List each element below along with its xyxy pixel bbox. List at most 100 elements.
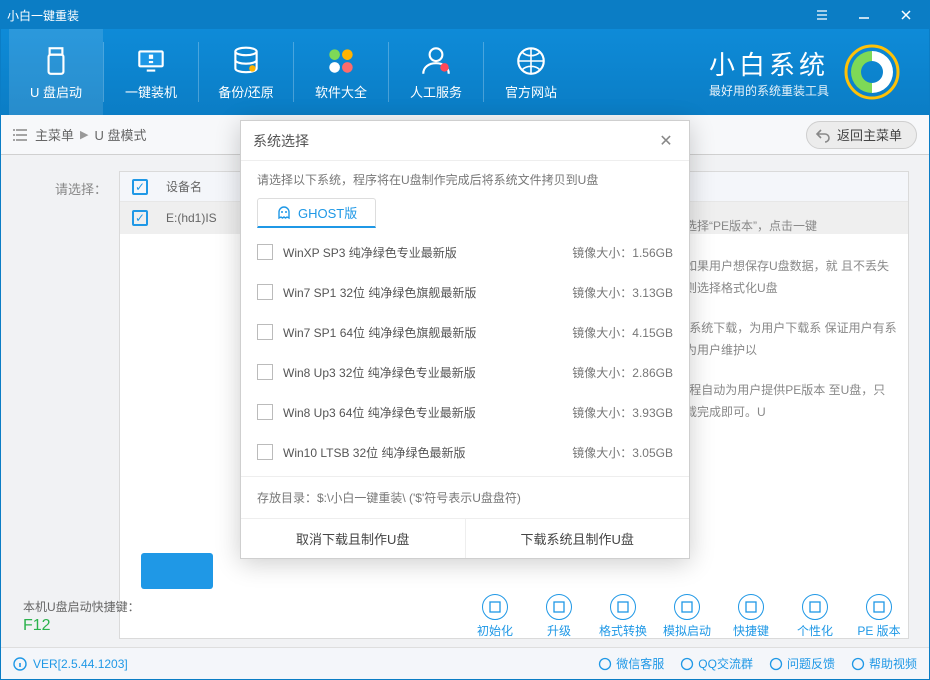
link-label: QQ交流群 xyxy=(698,655,753,672)
usb-icon xyxy=(39,44,73,78)
window-title: 小白一键重装 xyxy=(7,7,805,24)
link-label: 帮助视频 xyxy=(869,655,917,672)
chevron-right-icon: ▶ xyxy=(80,128,88,141)
system-checkbox[interactable] xyxy=(257,324,273,340)
system-select-modal: 系统选择 ✕ 请选择以下系统，程序将在U盘制作完成后将系统文件拷贝到U盘 GHO… xyxy=(240,120,690,559)
person-icon xyxy=(419,44,453,78)
system-checkbox[interactable] xyxy=(257,444,273,460)
brand-title: 小白系统 xyxy=(709,45,829,82)
feedback-icon xyxy=(769,657,783,671)
tab-ghost[interactable]: GHOST版 xyxy=(257,198,376,228)
back-to-main-button[interactable]: 返回主菜单 xyxy=(806,121,917,149)
titlebar: 小白一键重装 xyxy=(1,1,929,29)
action-label: 快捷键 xyxy=(733,622,769,639)
nav-label: 一键装机 xyxy=(125,82,177,101)
system-size: 镜像大小：3.93GB xyxy=(572,404,673,421)
system-name: Win8 Up3 32位 纯净绿色专业最新版 xyxy=(283,364,572,381)
system-checkbox[interactable] xyxy=(257,284,273,300)
system-option[interactable]: Win7 SP1 32位 纯净绿色旗舰最新版镜像大小：3.13GB xyxy=(241,272,689,312)
nav-website[interactable]: 官方网站 xyxy=(484,29,578,115)
select-all-checkbox[interactable] xyxy=(132,179,148,195)
qq-icon xyxy=(680,657,694,671)
nav-service[interactable]: 人工服务 xyxy=(389,29,483,115)
nav-onekey[interactable]: 一键装机 xyxy=(104,29,198,115)
upgrade-icon xyxy=(546,594,572,620)
system-option[interactable]: Win7 SP1 64位 纯净绿色旗舰最新版镜像大小：4.15GB xyxy=(241,312,689,352)
minimize-button[interactable] xyxy=(847,4,881,26)
action-label: 初始化 xyxy=(477,622,513,639)
statusbar: VER[2.5.44.1203] 微信客服 QQ交流群 问题反馈 帮助视频 xyxy=(1,647,929,679)
system-option[interactable]: Win8 Up3 64位 纯净绿色专业最新版镜像大小：3.93GB xyxy=(241,392,689,432)
action-label: 模拟启动 xyxy=(663,622,711,639)
link-label: 问题反馈 xyxy=(787,655,835,672)
system-size: 镜像大小：4.15GB xyxy=(572,324,673,341)
disks-icon xyxy=(229,44,263,78)
modal-note: 存放目录：$:\小白一键重装\ ('$'符号表示U盘盘符) xyxy=(241,476,689,518)
help-icon xyxy=(851,657,865,671)
brand-logo-icon xyxy=(843,43,901,101)
action-hotkey[interactable]: 快捷键 xyxy=(723,594,779,639)
action-label: 格式转换 xyxy=(599,622,647,639)
action-personal[interactable]: 个性化 xyxy=(787,594,843,639)
cancel-download-button[interactable]: 取消下载且制作U盘 xyxy=(241,519,466,558)
nav-u-boot[interactable]: U 盘启动 xyxy=(9,29,103,115)
system-size: 镜像大小：2.86GB xyxy=(572,364,673,381)
system-name: Win7 SP1 32位 纯净绿色旗舰最新版 xyxy=(283,284,572,301)
list-icon xyxy=(13,128,29,142)
status-link-help[interactable]: 帮助视频 xyxy=(851,655,917,672)
system-size: 镜像大小：3.05GB xyxy=(572,444,673,461)
system-name: Win10 LTSB 32位 纯净绿色最新版 xyxy=(283,444,572,461)
globe-icon xyxy=(514,44,548,78)
system-checkbox[interactable] xyxy=(257,244,273,260)
hotkey-label: 本机U盘启动快捷键： xyxy=(23,598,140,615)
init-icon xyxy=(482,594,508,620)
system-checkbox[interactable] xyxy=(257,404,273,420)
select-label: 请选择： xyxy=(21,171,107,639)
brand-subtitle: 最好用的系统重装工具 xyxy=(709,82,829,99)
system-name: WinXP SP3 纯净绿色专业最新版 xyxy=(283,244,572,261)
tab-label: GHOST版 xyxy=(298,203,357,222)
modal-close-button[interactable]: ✕ xyxy=(655,130,677,152)
action-pe[interactable]: PE 版本 xyxy=(851,594,907,639)
back-label: 返回主菜单 xyxy=(837,125,902,144)
action-label: PE 版本 xyxy=(857,622,900,639)
action-label: 个性化 xyxy=(797,622,833,639)
action-upgrade[interactable]: 升级 xyxy=(531,594,587,639)
nav-software[interactable]: 软件大全 xyxy=(294,29,388,115)
download-and-make-button[interactable]: 下载系统且制作U盘 xyxy=(466,519,690,558)
simulate-icon xyxy=(674,594,700,620)
breadcrumb-current: U 盘模式 xyxy=(94,125,146,144)
system-size: 镜像大小：3.13GB xyxy=(572,284,673,301)
system-checkbox[interactable] xyxy=(257,364,273,380)
version-label[interactable]: VER[2.5.44.1203] xyxy=(33,657,128,671)
action-format[interactable]: 格式转换 xyxy=(595,594,651,639)
action-label: 升级 xyxy=(547,622,571,639)
system-option[interactable]: WinXP SP3 纯净绿色专业最新版镜像大小：1.56GB xyxy=(241,232,689,272)
system-name: Win7 SP1 64位 纯净绿色旗舰最新版 xyxy=(283,324,572,341)
breadcrumb-root[interactable]: 主菜单 xyxy=(35,125,74,144)
close-button[interactable] xyxy=(889,4,923,26)
row-checkbox[interactable] xyxy=(132,210,148,226)
action-init[interactable]: 初始化 xyxy=(467,594,523,639)
pe-icon xyxy=(866,594,892,620)
brand: 小白系统 最好用的系统重装工具 xyxy=(709,43,921,101)
menu-button[interactable] xyxy=(805,4,839,26)
nav-label: 官方网站 xyxy=(505,82,557,101)
info-icon xyxy=(13,657,27,671)
status-link-wechat[interactable]: 微信客服 xyxy=(598,655,664,672)
action-simulate[interactable]: 模拟启动 xyxy=(659,594,715,639)
breadcrumb: 主菜单 ▶ U 盘模式 xyxy=(13,125,147,144)
primary-action-button[interactable] xyxy=(141,553,213,589)
monitor-icon xyxy=(134,44,168,78)
nav-label: U 盘启动 xyxy=(30,82,82,101)
system-option[interactable]: Win8 Up3 32位 纯净绿色专业最新版镜像大小：2.86GB xyxy=(241,352,689,392)
system-size: 镜像大小：1.56GB xyxy=(572,244,673,261)
hotkey-value: F12 xyxy=(23,617,140,635)
nav-label: 备份/还原 xyxy=(218,82,274,101)
status-link-feedback[interactable]: 问题反馈 xyxy=(769,655,835,672)
hotkey-block: 本机U盘启动快捷键： F12 xyxy=(23,598,140,635)
status-link-qq[interactable]: QQ交流群 xyxy=(680,655,753,672)
system-option[interactable]: Win10 LTSB 32位 纯净绿色最新版镜像大小：3.05GB xyxy=(241,432,689,472)
undo-icon xyxy=(815,127,831,143)
nav-backup[interactable]: 备份/还原 xyxy=(199,29,293,115)
